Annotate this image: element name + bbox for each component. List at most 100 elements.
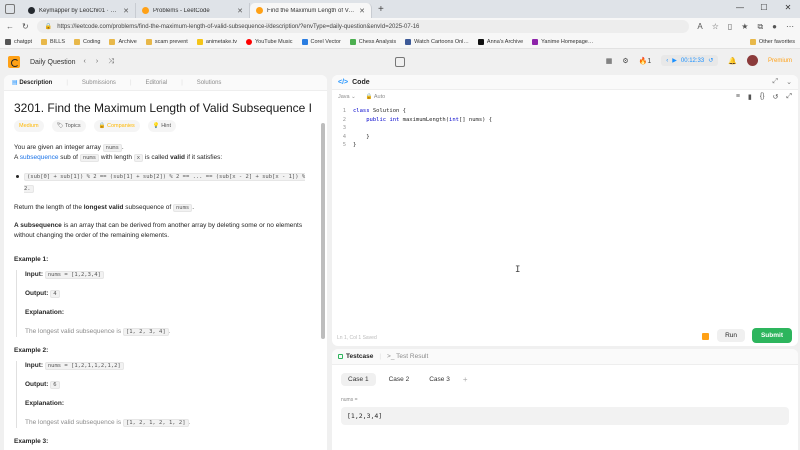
timer-collapse-icon[interactable]: ‹	[666, 58, 668, 64]
braces-icon[interactable]: {}	[760, 93, 765, 101]
testcase-panel: Testcase | >_ Test Result Case 1 Case 2 …	[332, 349, 798, 450]
tab-description[interactable]: ▤ Description	[12, 79, 52, 86]
browser-tab-problems[interactable]: Problems - LeetCode ✕	[136, 3, 250, 18]
intro-line-1: You are given an integer array nums.	[14, 144, 124, 152]
play-icon[interactable]: ▶	[672, 57, 677, 64]
collections-icon[interactable]: ⧉	[757, 22, 763, 32]
case-2-tab[interactable]: Case 2	[382, 373, 417, 386]
next-question-icon[interactable]: ›	[96, 58, 98, 66]
format-icon[interactable]: ≡	[736, 93, 740, 101]
daily-question-link[interactable]: Daily Question	[30, 59, 76, 66]
tab-test-result[interactable]: >_ Test Result	[387, 353, 428, 360]
code-line: 2 public int maximumLength(int[] nums) {	[342, 116, 493, 123]
code-icon: </>	[338, 78, 349, 86]
case-3-tab[interactable]: Case 3	[422, 373, 457, 386]
leetcode-logo[interactable]	[8, 56, 20, 68]
window-close-icon[interactable]: ✕	[776, 0, 800, 16]
browser-tab-github[interactable]: Keymapper by LeoChi01 · Pull Re… ✕	[22, 3, 136, 18]
bookmark-archive[interactable]: Archive	[109, 38, 137, 45]
new-tab-button[interactable]: +	[372, 3, 390, 18]
tab-submissions[interactable]: Submissions	[82, 80, 116, 86]
premium-link[interactable]: Premium	[768, 58, 792, 64]
collapse-icon[interactable]: ⌄	[786, 78, 792, 86]
note-icon[interactable]	[702, 333, 709, 340]
timer[interactable]: ‹ ▶ 00:12:33 ↺	[661, 55, 719, 66]
language-bar: Java ⌄ 🔒 Auto ≡ ▮ {} ↺ ⤢	[332, 90, 798, 104]
back-icon[interactable]: ←	[6, 22, 14, 31]
bookmark-annas-archive[interactable]: Anna's Archive	[477, 38, 523, 45]
description-tabs: ▤ Description | Submissions | Editorial …	[4, 75, 327, 91]
tab-title: Find the Maximum Length of Valid	[267, 7, 356, 14]
hint-badge[interactable]: 💡 Hint	[147, 120, 176, 132]
timer-value: 00:12:33	[680, 57, 705, 64]
close-icon[interactable]: ✕	[359, 7, 365, 15]
leetcode-icon	[142, 7, 149, 14]
refresh-icon[interactable]: ↻	[22, 22, 29, 31]
bookmark-chess-analysis[interactable]: Chess Analysis	[349, 38, 396, 45]
language-select[interactable]: Java ⌄	[338, 94, 356, 100]
auto-toggle[interactable]: 🔒 Auto	[366, 94, 385, 100]
bookmark-animetake[interactable]: animetake.tv	[196, 38, 237, 45]
submit-button[interactable]: Submit	[751, 328, 792, 343]
bookmark-coding[interactable]: Coding	[74, 38, 100, 45]
example-1: Input: nums = [1,2,3,4] Output: 4 Explan…	[16, 270, 317, 337]
case-tabs: Case 1 Case 2 Case 3 +	[332, 365, 798, 386]
bookmark-yanime[interactable]: Yanime Homepage…	[532, 38, 593, 45]
more-icon[interactable]: ⋯	[786, 22, 794, 32]
intro-line-2: A subsequence sub of nums with length x …	[14, 154, 223, 162]
prev-question-icon[interactable]: ‹	[84, 58, 86, 66]
split-screen-icon[interactable]: ▯	[728, 22, 732, 32]
testcase-input[interactable]: [1,2,3,4]	[341, 407, 789, 425]
reset-code-icon[interactable]: ↺	[773, 93, 779, 101]
layout-toggle-icon[interactable]	[395, 57, 405, 67]
bookmark-youtube-music[interactable]: YouTube Music	[246, 38, 293, 45]
bookmark-chatgpt[interactable]: chatgpt	[5, 38, 32, 45]
tab-solutions[interactable]: Solutions	[197, 80, 222, 86]
favorite-star-icon[interactable]: ☆	[712, 22, 719, 32]
tab-testcase[interactable]: Testcase	[338, 353, 373, 360]
bookmark-corel-vector[interactable]: Corel Vector	[301, 38, 341, 45]
avatar[interactable]	[746, 55, 758, 66]
expand-icon[interactable]: ⤢	[773, 78, 779, 86]
bookmark-watch-cartoons[interactable]: Watch Cartoons Onl…	[405, 38, 469, 45]
bookmark-other-favorites[interactable]: Other favorites	[749, 38, 795, 45]
topics-badge[interactable]: 🏷 Topics	[51, 120, 86, 132]
fullscreen-icon[interactable]: ⤢	[786, 93, 792, 101]
close-icon[interactable]: ✕	[123, 7, 129, 15]
workspaces-icon[interactable]	[5, 4, 15, 14]
subsequence-link[interactable]: subsequence	[20, 154, 59, 161]
bookmark-bills[interactable]: BILLS	[41, 38, 65, 45]
code-editor[interactable]: 1 class Solution { 2 public int maximumLe…	[332, 104, 798, 275]
tab-editorial[interactable]: Editorial	[146, 80, 168, 86]
url-field[interactable]: 🔒 https://leetcode.com/problems/find-the…	[36, 20, 690, 33]
code-title: Code	[352, 78, 370, 86]
minimize-icon[interactable]: —	[728, 0, 752, 16]
testcase-header: Testcase | >_ Test Result	[332, 349, 798, 365]
bookmark-scam-prevent[interactable]: scam prevent	[145, 38, 188, 45]
bookmarks-bar: chatgpt BILLS Coding Archive scam preven…	[0, 35, 800, 49]
browser-tab-active[interactable]: Find the Maximum Length of Valid ✕	[250, 3, 372, 18]
grid-icon[interactable]: ▦	[606, 57, 613, 65]
difficulty-badge: Medium	[14, 120, 44, 132]
maximize-icon[interactable]: ☐	[752, 0, 776, 16]
favorites-icon[interactable]: ★	[741, 22, 748, 32]
streak-icon[interactable]: 🔥1	[639, 57, 652, 65]
case-1-tab[interactable]: Case 1	[341, 373, 376, 386]
scrollbar[interactable]	[321, 123, 325, 339]
leetcode-icon	[256, 7, 263, 14]
close-icon[interactable]: ✕	[237, 7, 243, 15]
profile-icon[interactable]: ●	[772, 22, 777, 32]
reset-icon[interactable]: ↺	[708, 57, 713, 64]
run-button[interactable]: Run	[717, 329, 745, 342]
description-panel: ▤ Description | Submissions | Editorial …	[4, 75, 327, 450]
settings-icon[interactable]: ⚙	[622, 57, 628, 65]
text-cursor-icon: I	[515, 265, 521, 275]
problem-content: 3201. Find the Maximum Length of Valid S…	[4, 91, 327, 447]
companies-badge[interactable]: 🔒 Companies	[93, 120, 140, 132]
notifications-icon[interactable]: 🔔	[728, 57, 737, 65]
bookmark-icon[interactable]: ▮	[748, 93, 752, 101]
read-aloud-icon[interactable]: A	[697, 22, 702, 32]
return-statement: Return the length of the longest valid s…	[14, 204, 195, 212]
add-case-button[interactable]: +	[463, 375, 468, 384]
shuffle-icon[interactable]: ⤨	[108, 58, 114, 66]
